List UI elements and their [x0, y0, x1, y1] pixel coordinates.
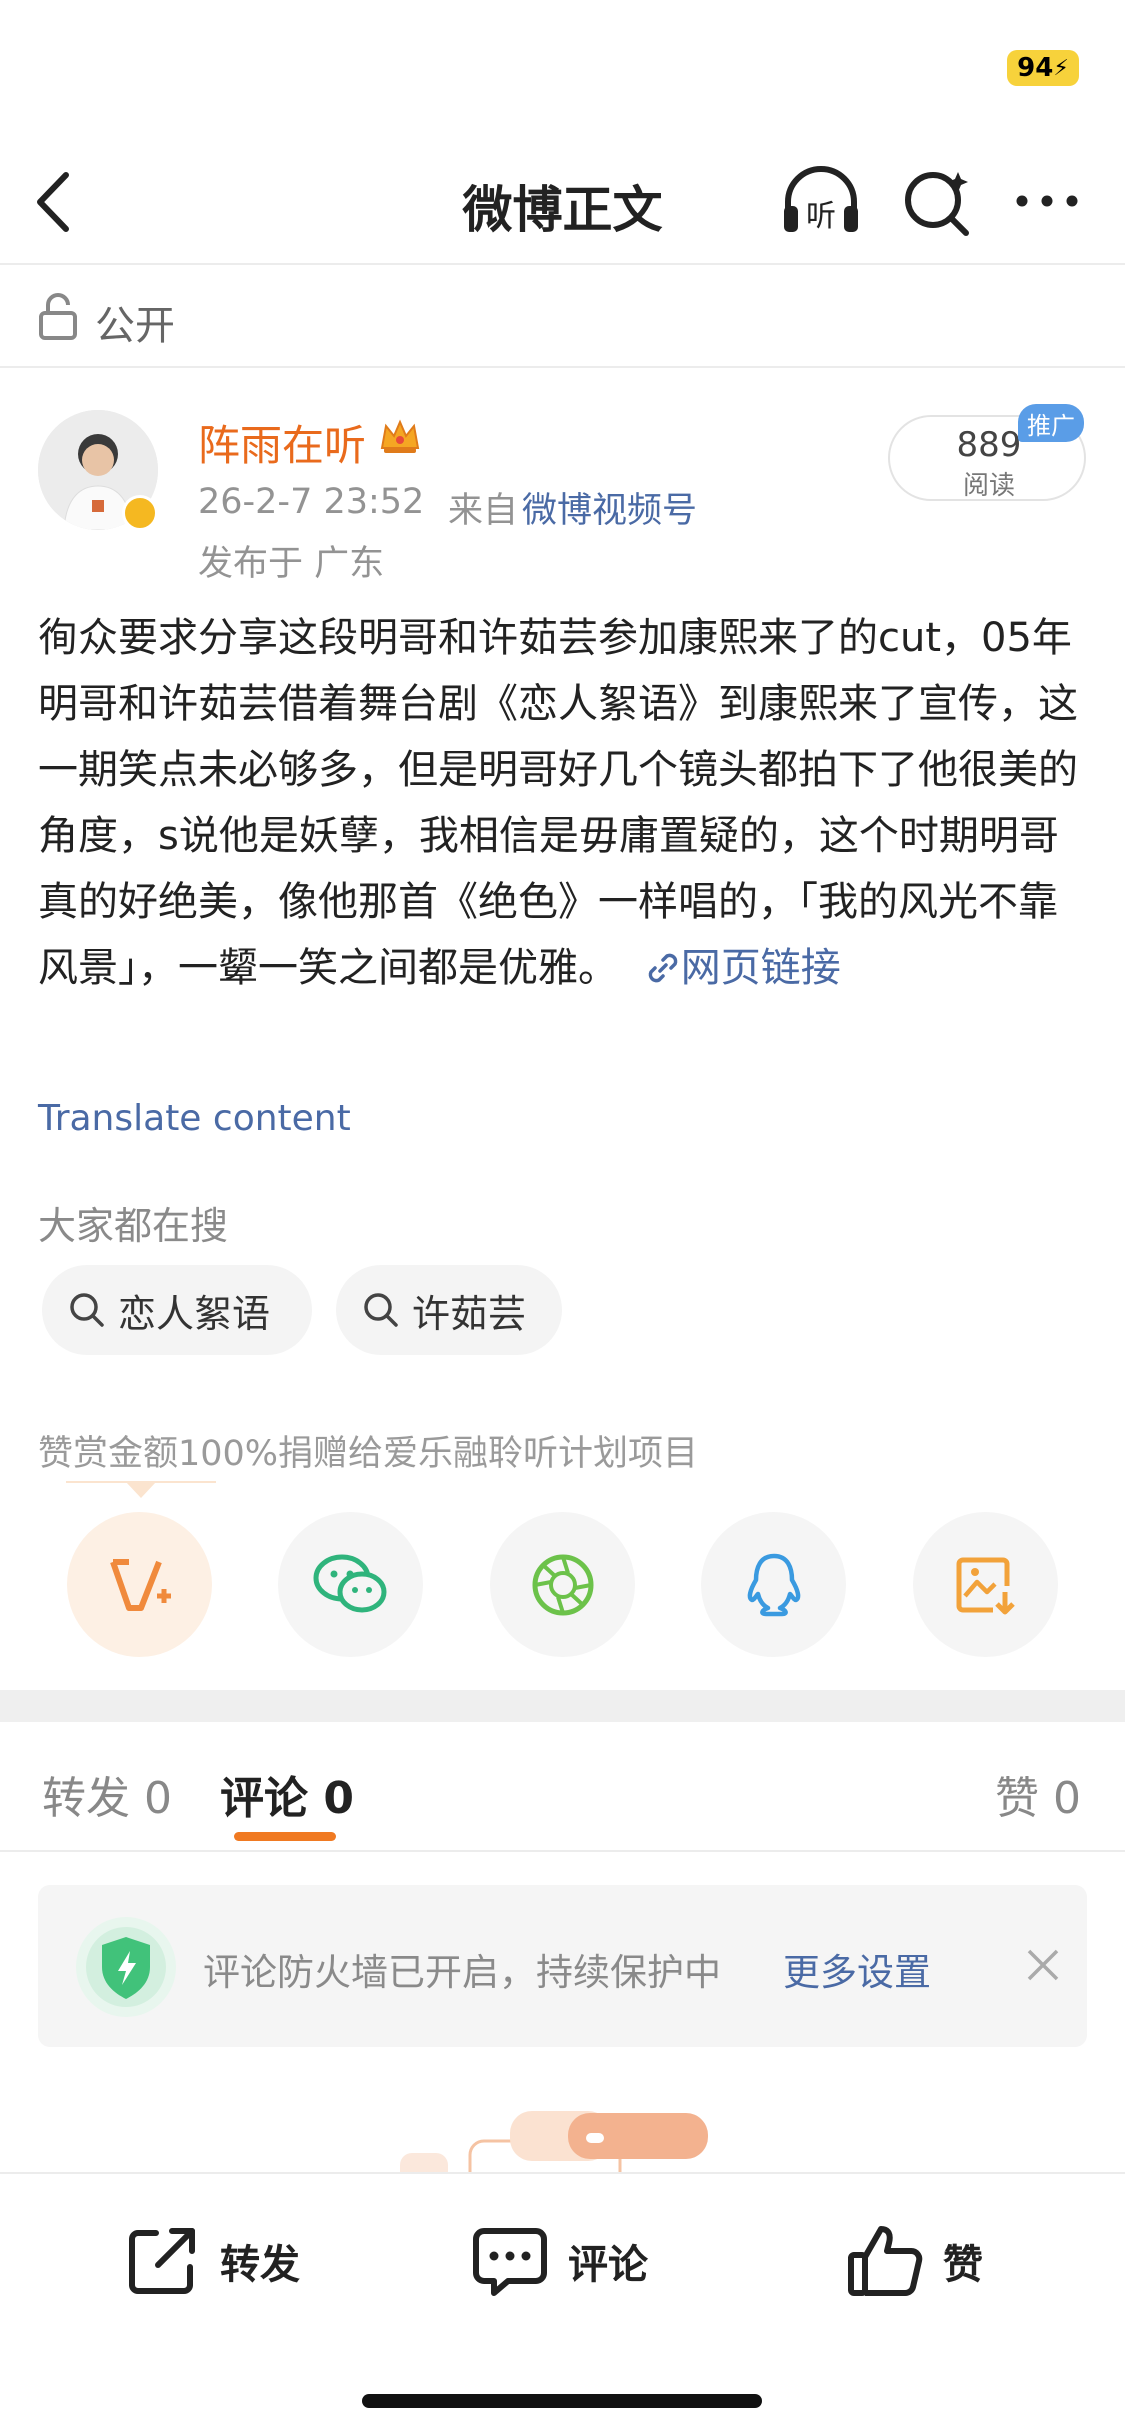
web-link[interactable]: 网页链接 — [631, 945, 841, 991]
share-arrow-icon — [129, 2228, 195, 2294]
moments-share-button[interactable] — [490, 1512, 635, 1657]
firewall-text: 评论防火墙已开启，持续保护中 — [203, 1951, 721, 1994]
post-body: 徇众要求分享这段明哥和许茹芸参加康熙来了的cut，05年明哥和许茹芸借着舞台剧《… — [38, 605, 1093, 1001]
tab-comment[interactable]: 评论 0 — [220, 1762, 354, 1826]
v-plus-icon — [109, 1558, 171, 1611]
home-indicator — [362, 2394, 762, 2408]
link-icon — [648, 953, 677, 983]
visibility-row: 公开 — [0, 265, 1125, 368]
reward-text[interactable]: 赞赏金额100%捐赠给爱乐融聆听计划项目 — [38, 1425, 698, 1476]
wechat-share-button[interactable] — [278, 1512, 423, 1657]
hot-search-chip-label: 许茹芸 — [412, 1291, 527, 1336]
hot-search-chip[interactable]: 恋人絮语 — [42, 1265, 312, 1355]
verified-badge-icon — [122, 495, 158, 531]
search-icon — [905, 172, 969, 236]
wechat-icon — [313, 1554, 386, 1612]
hot-search-chip[interactable]: 许茹芸 — [336, 1265, 562, 1355]
read-label: 阅读 — [962, 471, 1015, 501]
v-plus-button[interactable] — [67, 1512, 212, 1657]
comment-button[interactable]: 评论 — [470, 2216, 648, 2306]
tab-repost[interactable]: 转发 0 — [42, 1762, 172, 1826]
reward-pointer — [66, 1481, 216, 1498]
unlock-icon — [39, 293, 77, 340]
hot-search-title: 大家都在搜 — [38, 1204, 229, 1248]
author-name[interactable]: 阵雨在听 — [198, 412, 366, 473]
moments-icon — [532, 1554, 593, 1615]
like-label: 赞 — [943, 2242, 983, 2288]
thumbs-up-icon — [848, 2226, 923, 2296]
firewall-settings-link[interactable]: 更多设置 — [783, 1942, 931, 1996]
nav-bar: 微博正文 听 — [0, 140, 1125, 265]
save-image-button[interactable] — [913, 1512, 1058, 1657]
promo-tag: 推广 — [1018, 404, 1084, 442]
close-icon[interactable] — [1015, 1937, 1071, 1993]
search-button[interactable] — [900, 162, 975, 240]
comment-label: 评论 — [568, 2242, 648, 2288]
tab-like[interactable]: 赞 0 — [995, 1762, 1081, 1826]
more-button[interactable] — [1010, 162, 1085, 240]
listen-label: 听 — [806, 199, 836, 234]
repost-button[interactable]: 转发 — [122, 2216, 300, 2306]
crown-icon — [380, 419, 420, 453]
comment-firewall-notice: 评论防火墙已开启，持续保护中 更多设置 — [38, 1885, 1087, 2047]
search-icon — [364, 1293, 398, 1327]
post-text: 徇众要求分享这段明哥和许茹芸参加康熙来了的cut，05年明哥和许茹芸借着舞台剧《… — [38, 615, 1078, 991]
shield-icon — [76, 1917, 176, 2017]
listen-button[interactable]: 听 — [780, 162, 862, 240]
more-dots-icon — [1016, 195, 1078, 207]
status-bar: 94 ⚡ — [0, 0, 1125, 140]
save-image-icon — [956, 1557, 1015, 1614]
tab-active-indicator — [234, 1832, 336, 1841]
battery-indicator: 94 ⚡ — [1007, 50, 1079, 86]
translate-link[interactable]: Translate content — [38, 1098, 351, 1139]
qq-icon — [747, 1553, 800, 1616]
post-location: 发布于 广东 — [198, 544, 385, 584]
share-row — [0, 1512, 1125, 1657]
like-button[interactable]: 赞 — [845, 2216, 983, 2306]
comment-bubble-icon — [473, 2228, 547, 2296]
visibility-label: 公开 — [95, 303, 175, 349]
hot-search-chip-label: 恋人絮语 — [118, 1291, 271, 1336]
repost-label: 转发 — [220, 2242, 300, 2288]
section-divider — [0, 1690, 1125, 1722]
post-time: 26-2-7 23:52 — [198, 482, 425, 522]
interaction-tabs: 转发 0 评论 0 赞 0 — [0, 1722, 1125, 1852]
post-source-link[interactable]: 微博视频号 — [522, 482, 697, 533]
post-from-label: 来自 — [448, 491, 519, 531]
web-link-label: 网页链接 — [680, 945, 841, 991]
search-icon — [70, 1293, 104, 1327]
battery-level: 94 — [1017, 53, 1054, 83]
empty-comments-illustration — [400, 2111, 708, 2175]
qq-share-button[interactable] — [701, 1512, 846, 1657]
headphones-icon: 听 — [784, 166, 858, 234]
